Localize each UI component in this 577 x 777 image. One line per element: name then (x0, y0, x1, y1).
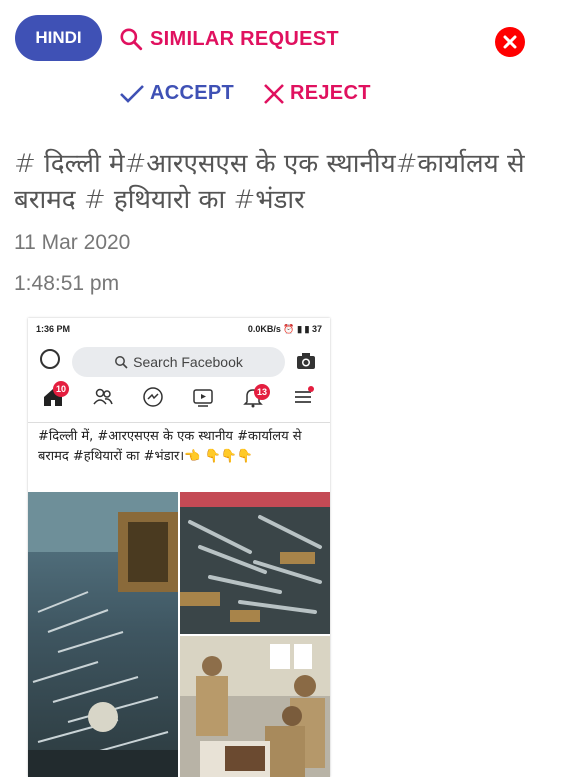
similar-request-label: SIMILAR REQUEST (150, 27, 339, 50)
photo-storage-room (28, 492, 178, 777)
reject-label: REJECT (290, 82, 371, 104)
search-icon (115, 356, 128, 369)
photo-knives (180, 492, 330, 634)
search-icon (120, 28, 143, 51)
watch-icon (193, 389, 213, 407)
close-icon (503, 35, 517, 49)
close-x-icon (264, 83, 284, 104)
photo-police-officers (180, 636, 330, 777)
phone-status-bar: 1:36 PM 0.0KB/s ⏰ ▮ ▮ 37 (28, 318, 330, 340)
action-bar: HINDI SIMILAR REQUEST ACCEPT REJECT (0, 0, 577, 120)
check-icon (120, 84, 144, 103)
fb-search-placeholder: Search Facebook (133, 354, 243, 370)
reject-button[interactable]: REJECT (262, 82, 371, 105)
post-title: # दिल्ली मे#आरएसएस के एक स्थानीय#कार्याल… (14, 149, 525, 215)
language-button[interactable]: HINDI (15, 15, 102, 61)
accept-button[interactable]: ACCEPT (118, 82, 234, 105)
messenger-icon (143, 387, 163, 407)
profile-icon (40, 349, 60, 369)
similar-request-button[interactable]: SIMILAR REQUEST (118, 26, 339, 52)
attached-screenshot[interactable]: 1:36 PM 0.0KB/s ⏰ ▮ ▮ 37 Search Facebook… (28, 318, 330, 777)
close-button[interactable] (495, 27, 525, 57)
home-badge: 10 (53, 381, 69, 397)
fb-post-text: #दिल्ली में, #आरएसएस के एक स्थानीय #कार्… (28, 422, 330, 492)
notifications-badge: 13 (254, 384, 270, 400)
fb-search-bar: Search Facebook (72, 347, 285, 377)
fb-search-row: Search Facebook (28, 340, 330, 378)
post-time: 1:48:51 pm (14, 272, 120, 295)
camera-icon (297, 353, 315, 369)
status-indicators: 0.0KB/s ⏰ ▮ ▮ 37 (247, 323, 322, 334)
menu-icon (295, 386, 314, 403)
friends-icon (93, 388, 113, 405)
accept-label: ACCEPT (150, 82, 235, 104)
post-date: 11 Mar 2020 (14, 231, 131, 254)
status-time: 1:36 PM (36, 324, 71, 334)
fb-nav-row: 10 13 (28, 378, 330, 418)
